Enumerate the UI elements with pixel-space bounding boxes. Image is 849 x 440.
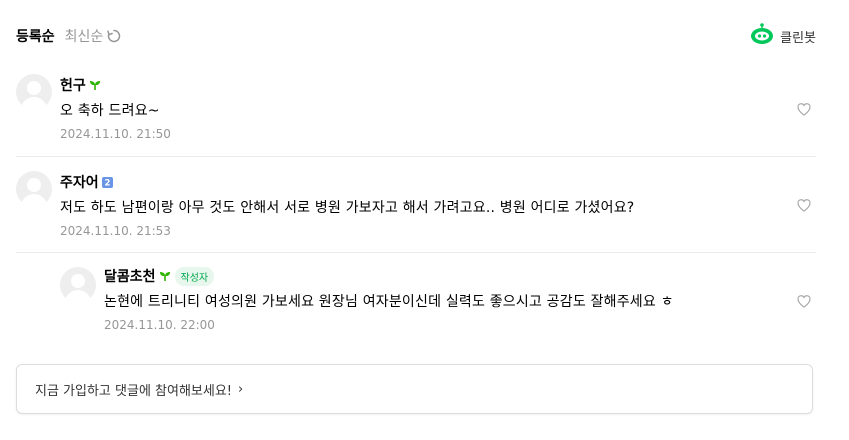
cleanbot-icon — [750, 22, 774, 50]
comment-date: 2024.11.10. 21:53 — [60, 224, 171, 238]
sort-options: 등록순 최신순 — [16, 26, 122, 46]
join-prompt-button[interactable]: 지금 가입하고 댓글에 참여해보세요! › — [16, 364, 813, 414]
comment-text: 논현에 트리니티 여성의원 가보세요 원장님 여자분이신데 실력도 좋으시고 공… — [104, 294, 674, 310]
comment-date: 2024.11.10. 21:50 — [60, 127, 171, 141]
comment-date: 2024.11.10. 22:00 — [104, 318, 215, 332]
like-heart-icon[interactable] — [796, 101, 812, 117]
level-2-icon: 2 — [101, 173, 113, 192]
cleanbot-label: 클린봇 — [780, 30, 816, 46]
comment-item: 주자어 2 저도 하도 남편이랑 아무 것도 안해서 서로 병원 가보자고 해서… — [16, 171, 816, 241]
sprout-icon — [89, 76, 101, 95]
like-heart-icon[interactable] — [796, 197, 812, 213]
comment-item: 헌구 오 축하 드려요~ 2024.11.10. 21:50 — [16, 74, 816, 144]
like-heart-icon[interactable] — [796, 293, 812, 309]
avatar[interactable] — [16, 171, 52, 207]
divider — [16, 252, 816, 253]
svg-text:2: 2 — [104, 178, 110, 187]
comment-nickname[interactable]: 달콤초천 — [104, 266, 156, 286]
comment-nickname[interactable]: 헌구 — [60, 75, 86, 95]
comment-nickname[interactable]: 주자어 — [60, 172, 99, 192]
sort-latest-button[interactable]: 최신순 — [65, 26, 104, 46]
avatar[interactable] — [16, 74, 52, 110]
comment-text: 오 축하 드려요~ — [60, 103, 160, 119]
cleanbot-button[interactable]: 클린봇 — [750, 22, 816, 50]
comment-text: 저도 하도 남편이랑 아무 것도 안해서 서로 병원 가보자고 해서 가려고요.… — [60, 200, 635, 216]
sprout-icon — [159, 267, 171, 286]
reply-item: 달콤초천 작성자 논현에 트리니티 여성의원 가보세요 원장님 여자분이신데 실… — [60, 266, 816, 337]
sort-registered-button[interactable]: 등록순 — [16, 26, 55, 46]
comment-header: 등록순 최신순 클린봇 — [16, 23, 816, 46]
chevron-right-icon: › — [238, 381, 244, 397]
writer-tag: 작성자 — [174, 266, 215, 286]
refresh-icon[interactable] — [106, 28, 122, 44]
avatar[interactable] — [60, 267, 96, 303]
divider — [16, 156, 816, 157]
join-prompt-text: 지금 가입하고 댓글에 참여해보세요! — [35, 383, 233, 399]
